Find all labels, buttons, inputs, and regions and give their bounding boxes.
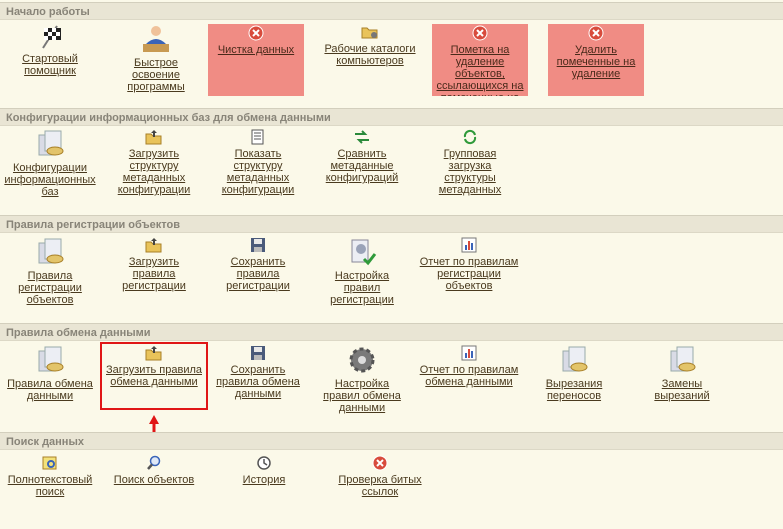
history-label[interactable]: История bbox=[226, 474, 302, 486]
section-header-exchange-rules: Правила обмена данными bbox=[0, 323, 783, 341]
compare-metadata-link[interactable]: Сравнить метаданные конфигураций bbox=[322, 129, 402, 184]
save-registration-rules-link[interactable]: Сохранить правила регистрации bbox=[218, 237, 298, 292]
show-metadata-structure-label[interactable]: Показать структуру метаданных конфигурац… bbox=[218, 148, 298, 196]
database-stack-icon bbox=[38, 238, 64, 264]
hyphen-cuts-link[interactable]: Вырезания переносов bbox=[538, 345, 610, 402]
mark-deletion-link[interactable]: Пометка на удаление объектов, ссылающихс… bbox=[432, 24, 528, 96]
gear-icon bbox=[349, 347, 375, 373]
registration-rules-settings-link[interactable]: Настройка правил регистрации bbox=[322, 237, 402, 306]
compare-metadata-label[interactable]: Сравнить метаданные конфигураций bbox=[322, 148, 402, 184]
floppy-disk-icon bbox=[251, 238, 265, 252]
fulltext-search-link[interactable]: Полнотекстовый поиск bbox=[4, 455, 96, 498]
group-load-metadata-link[interactable]: Групповая загрузка структуры метаданных bbox=[430, 129, 510, 196]
red-x-icon bbox=[372, 455, 388, 471]
folder-gear-icon bbox=[361, 27, 378, 39]
bar-chart-icon bbox=[461, 237, 477, 253]
database-stack-icon bbox=[38, 346, 64, 372]
delete-marked-link[interactable]: Удалить помеченные на удаление bbox=[548, 24, 644, 96]
section-header-data-search: Поиск данных bbox=[0, 432, 783, 450]
delete-marked-label[interactable]: Удалить помеченные на удаление bbox=[548, 44, 644, 80]
folder-upload-icon bbox=[145, 346, 162, 361]
checkered-flag-icon bbox=[42, 25, 61, 49]
registration-rules-report-label[interactable]: Отчет по правилам регистрации объектов bbox=[414, 256, 524, 292]
start-wizard-label[interactable]: Стартовый помощник bbox=[8, 53, 92, 77]
database-stack-icon bbox=[670, 346, 696, 372]
registration-rules-report-link[interactable]: Отчет по правилам регистрации объектов bbox=[414, 237, 524, 292]
work-directories-link[interactable]: Рабочие каталоги компьютеров bbox=[320, 24, 420, 67]
document-check-icon bbox=[351, 239, 377, 266]
exchange-rules-report-link[interactable]: Отчет по правилам обмена данными bbox=[414, 345, 524, 388]
ib-configurations-label[interactable]: Конфигурации информационных баз bbox=[2, 162, 98, 198]
broken-links-check-link[interactable]: Проверка битых ссылок bbox=[334, 455, 426, 498]
floppy-disk-icon bbox=[251, 346, 265, 360]
broken-links-check-label[interactable]: Проверка битых ссылок bbox=[334, 474, 426, 498]
compare-arrows-icon bbox=[355, 130, 369, 144]
exchange-rules-report-label[interactable]: Отчет по правилам обмена данными bbox=[414, 364, 524, 388]
load-exchange-rules-link[interactable]: Загрузить правила обмена данными bbox=[106, 345, 202, 388]
object-search-link[interactable]: Поиск объектов bbox=[110, 455, 198, 486]
work-directories-label[interactable]: Рабочие каталоги компьютеров bbox=[320, 43, 420, 67]
quick-learning-label[interactable]: Быстрое освоение программы bbox=[118, 57, 194, 93]
cut-replacements-link[interactable]: Замены вырезаний bbox=[646, 345, 718, 402]
teacher-at-desk-icon bbox=[143, 26, 169, 52]
load-exchange-rules-label[interactable]: Загрузить правила обмена данными bbox=[106, 364, 202, 388]
folder-upload-icon bbox=[145, 238, 162, 253]
exchange-rules-label[interactable]: Правила обмена данными bbox=[2, 378, 98, 402]
fulltext-search-label[interactable]: Полнотекстовый поиск bbox=[4, 474, 96, 498]
database-stack-icon bbox=[562, 346, 588, 372]
load-metadata-structure-link[interactable]: Загрузить структуру метаданных конфигура… bbox=[114, 129, 194, 196]
data-cleanup-label[interactable]: Чистка данных bbox=[208, 44, 304, 56]
red-x-icon bbox=[472, 25, 488, 41]
load-metadata-structure-label[interactable]: Загрузить структуру метаданных конфигура… bbox=[114, 148, 194, 196]
green-refresh-icon bbox=[463, 129, 477, 145]
save-exchange-rules-link[interactable]: Сохранить правила обмена данными bbox=[212, 345, 304, 400]
red-x-icon bbox=[248, 25, 264, 41]
cut-replacements-label[interactable]: Замены вырезаний bbox=[646, 378, 718, 402]
exchange-rules-settings-link[interactable]: Настройка правил обмена данными bbox=[318, 345, 406, 414]
registration-rules-settings-label[interactable]: Настройка правил регистрации bbox=[322, 270, 402, 306]
group-load-metadata-label[interactable]: Групповая загрузка структуры метаданных bbox=[430, 148, 510, 196]
section-header-ib-configs: Конфигурации информационных баз для обме… bbox=[0, 108, 783, 126]
magnifier-icon bbox=[147, 455, 161, 470]
red-x-icon bbox=[588, 25, 604, 41]
database-stack-icon bbox=[38, 130, 64, 156]
search-document-icon bbox=[42, 456, 57, 470]
ib-configurations-link[interactable]: Конфигурации информационных баз bbox=[2, 129, 98, 198]
exchange-rules-link[interactable]: Правила обмена данными bbox=[2, 345, 98, 402]
data-cleanup-link[interactable]: Чистка данных bbox=[208, 24, 304, 96]
show-metadata-structure-link[interactable]: Показать структуру метаданных конфигурац… bbox=[218, 129, 298, 196]
quick-learning-link[interactable]: Быстрое освоение программы bbox=[118, 24, 194, 93]
exchange-rules-settings-label[interactable]: Настройка правил обмена данными bbox=[318, 378, 406, 414]
load-registration-rules-label[interactable]: Загрузить правила регистрации bbox=[114, 256, 194, 292]
bar-chart-icon bbox=[461, 345, 477, 361]
history-link[interactable]: История bbox=[226, 455, 302, 486]
document-list-icon bbox=[251, 129, 264, 145]
save-exchange-rules-label[interactable]: Сохранить правила обмена данными bbox=[212, 364, 304, 400]
section-header-getting-started: Начало работы bbox=[0, 2, 783, 20]
load-registration-rules-link[interactable]: Загрузить правила регистрации bbox=[114, 237, 194, 292]
start-wizard-link[interactable]: Стартовый помощник bbox=[8, 24, 92, 77]
save-registration-rules-label[interactable]: Сохранить правила регистрации bbox=[218, 256, 298, 292]
registration-rules-label[interactable]: Правила регистрации объектов bbox=[8, 270, 92, 306]
mark-deletion-label[interactable]: Пометка на удаление объектов, ссылающихс… bbox=[432, 44, 528, 96]
history-clock-icon bbox=[257, 456, 271, 470]
object-search-label[interactable]: Поиск объектов bbox=[110, 474, 198, 486]
folder-upload-icon bbox=[145, 130, 162, 145]
registration-rules-link[interactable]: Правила регистрации объектов bbox=[8, 237, 92, 306]
hyphen-cuts-label[interactable]: Вырезания переносов bbox=[538, 378, 610, 402]
section-header-registration-rules: Правила регистрации объектов bbox=[0, 215, 783, 233]
